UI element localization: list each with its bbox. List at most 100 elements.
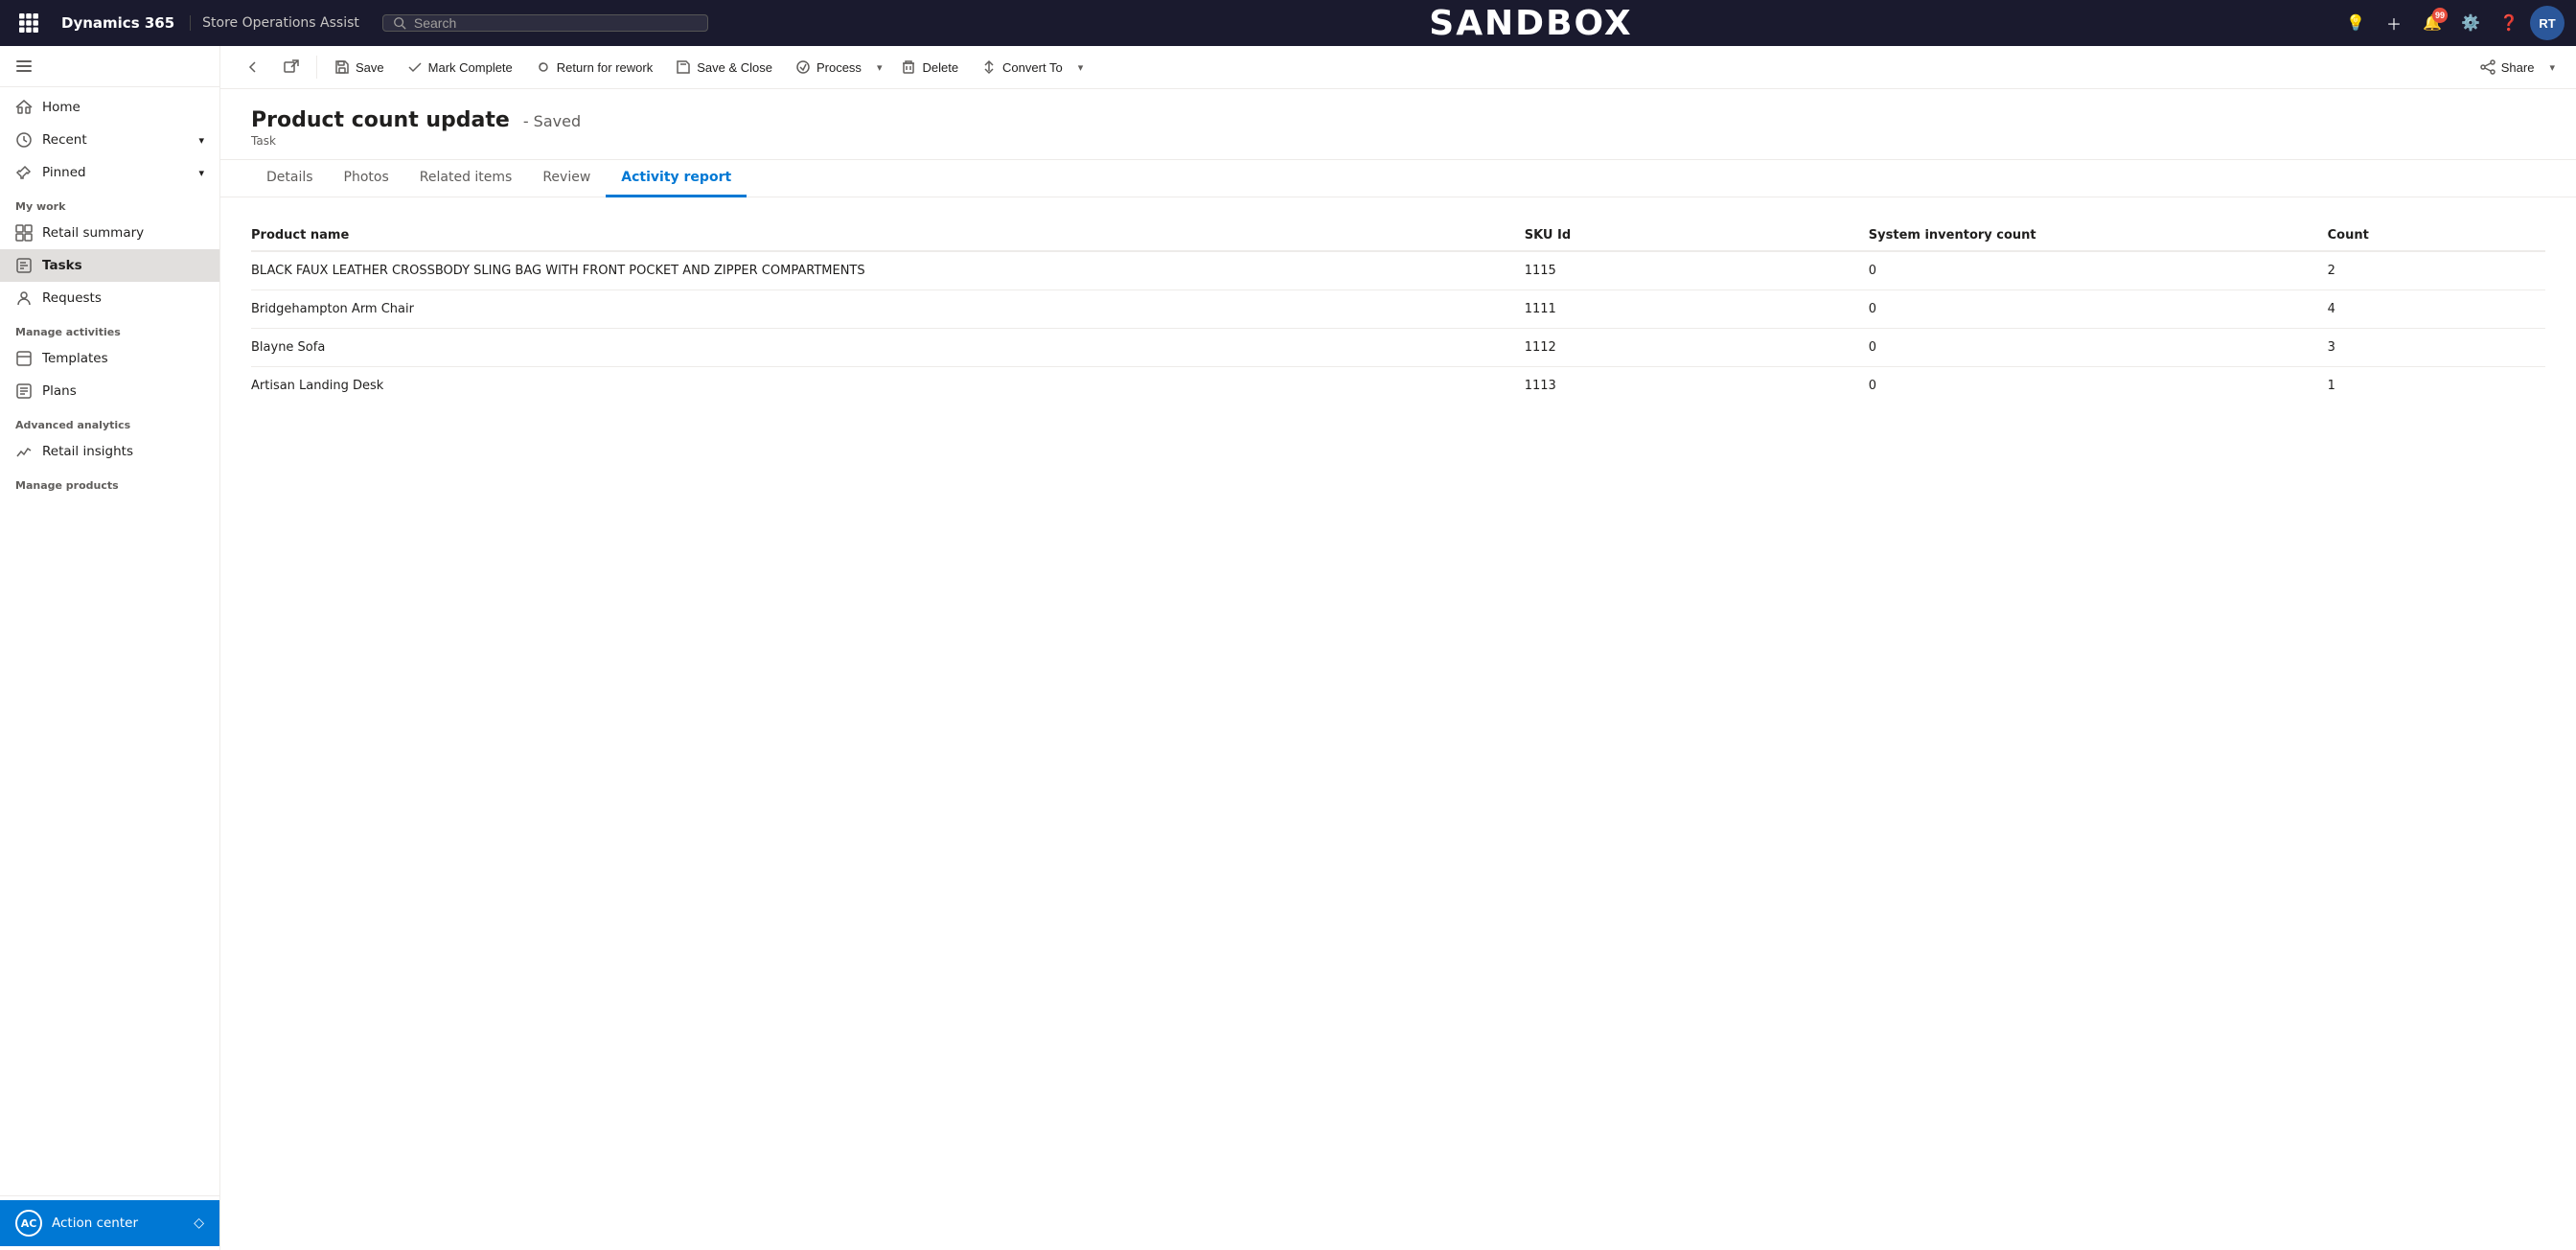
share-button[interactable]: Share bbox=[2471, 54, 2544, 81]
sidebar-item-requests[interactable]: Requests bbox=[0, 282, 219, 314]
settings-button[interactable]: ⚙️ bbox=[2453, 6, 2488, 40]
process-dropdown-button[interactable]: ▾ bbox=[871, 56, 888, 80]
add-button[interactable]: ＋ bbox=[2377, 6, 2411, 40]
tab-activity-report[interactable]: Activity report bbox=[606, 160, 747, 197]
page-type: Task bbox=[251, 134, 2545, 148]
table-row: Artisan Landing Desk 1113 0 1 bbox=[251, 367, 2545, 405]
sidebar-item-pinned[interactable]: Pinned ▾ bbox=[0, 156, 219, 189]
table-row: Blayne Sofa 1112 0 3 bbox=[251, 329, 2545, 367]
save-close-icon bbox=[676, 59, 691, 75]
person-icon bbox=[15, 289, 33, 307]
app-grid-button[interactable] bbox=[12, 6, 46, 40]
mark-complete-button[interactable]: Mark Complete bbox=[398, 54, 522, 81]
help-button[interactable]: ❓ bbox=[2492, 6, 2526, 40]
sidebar-item-retail-insights[interactable]: Retail insights bbox=[0, 435, 219, 468]
sidebar-toggle[interactable] bbox=[0, 46, 219, 87]
main-layout: Home Recent ▾ Pinned ▾ My work bbox=[0, 46, 2576, 1250]
mark-complete-icon bbox=[407, 59, 423, 75]
cell-count: 3 bbox=[2316, 329, 2545, 367]
process-button[interactable]: Process bbox=[786, 54, 871, 81]
module-name: Store Operations Assist bbox=[190, 15, 359, 31]
table-body: BLACK FAUX LEATHER CROSSBODY SLING BAG W… bbox=[251, 251, 2545, 405]
sidebar-navigation: Home Recent ▾ Pinned ▾ My work bbox=[0, 87, 219, 1195]
page-saved-status: - Saved bbox=[523, 112, 581, 130]
global-search[interactable] bbox=[382, 14, 708, 32]
sidebar-bottom: AC Action center ◇ bbox=[0, 1195, 219, 1250]
cell-system-inventory: 0 bbox=[1857, 367, 2316, 405]
cell-count: 2 bbox=[2316, 251, 2545, 290]
section-manage-products: Manage products bbox=[0, 468, 219, 496]
toolbar-sep-1 bbox=[316, 56, 317, 79]
tab-details[interactable]: Details bbox=[251, 160, 329, 197]
process-label: Process bbox=[816, 60, 862, 75]
save-icon bbox=[334, 59, 350, 75]
sidebar-item-home[interactable]: Home bbox=[0, 91, 219, 124]
save-button[interactable]: Save bbox=[325, 54, 394, 81]
action-center-label: Action center bbox=[52, 1215, 138, 1231]
sidebar-item-templates[interactable]: Templates bbox=[0, 342, 219, 375]
section-advanced-analytics: Advanced analytics bbox=[0, 407, 219, 435]
recent-icon bbox=[15, 131, 33, 149]
col-header-sku-id: SKU Id bbox=[1513, 220, 1857, 251]
back-button[interactable] bbox=[236, 54, 270, 81]
recent-label: Recent bbox=[42, 132, 87, 148]
product-count-table: Product name SKU Id System inventory cou… bbox=[251, 220, 2545, 405]
cell-product-name: BLACK FAUX LEATHER CROSSBODY SLING BAG W… bbox=[251, 251, 1513, 290]
grid-icon bbox=[15, 224, 33, 242]
notifications-button[interactable]: 🔔 99 bbox=[2415, 6, 2450, 40]
table-row: BLACK FAUX LEATHER CROSSBODY SLING BAG W… bbox=[251, 251, 2545, 290]
delete-button[interactable]: Delete bbox=[891, 54, 968, 81]
cell-system-inventory: 0 bbox=[1857, 329, 2316, 367]
action-center-avatar: AC bbox=[15, 1210, 42, 1237]
brand-name: Dynamics 365 bbox=[54, 14, 182, 32]
back-icon bbox=[245, 59, 261, 75]
sidebar: Home Recent ▾ Pinned ▾ My work bbox=[0, 46, 220, 1250]
section-my-work: My work bbox=[0, 189, 219, 217]
search-icon bbox=[393, 16, 406, 30]
lightbulb-button[interactable]: 💡 bbox=[2338, 6, 2373, 40]
hamburger-icon bbox=[15, 58, 33, 75]
home-icon bbox=[15, 99, 33, 116]
tab-related-items[interactable]: Related items bbox=[404, 160, 528, 197]
pin-icon bbox=[15, 164, 33, 181]
sidebar-item-plans[interactable]: Plans bbox=[0, 375, 219, 407]
pinned-chevron: ▾ bbox=[198, 167, 204, 179]
sidebar-item-retail-summary[interactable]: Retail summary bbox=[0, 217, 219, 249]
convert-to-button[interactable]: Convert To bbox=[972, 54, 1072, 81]
col-header-count: Count bbox=[2316, 220, 2545, 251]
convert-to-dropdown-button[interactable]: ▾ bbox=[1072, 56, 1090, 80]
plans-label: Plans bbox=[42, 383, 77, 399]
cell-sku-id: 1111 bbox=[1513, 290, 1857, 329]
pop-out-icon bbox=[284, 59, 299, 75]
return-icon bbox=[536, 59, 551, 75]
section-manage-activities: Manage activities bbox=[0, 314, 219, 342]
share-label: Share bbox=[2501, 60, 2535, 75]
insights-icon bbox=[15, 443, 33, 460]
sidebar-item-tasks[interactable]: Tasks bbox=[0, 249, 219, 282]
cell-sku-id: 1112 bbox=[1513, 329, 1857, 367]
plans-icon bbox=[15, 382, 33, 400]
page-title: Product count update bbox=[251, 108, 510, 132]
recent-chevron: ▾ bbox=[198, 134, 204, 147]
cell-product-name: Artisan Landing Desk bbox=[251, 367, 1513, 405]
share-icon bbox=[2480, 59, 2496, 75]
sidebar-item-action-center[interactable]: AC Action center ◇ bbox=[0, 1200, 219, 1246]
notification-badge: 99 bbox=[2432, 8, 2448, 23]
user-avatar[interactable]: RT bbox=[2530, 6, 2564, 40]
tab-photos[interactable]: Photos bbox=[329, 160, 404, 197]
top-navigation: Dynamics 365 Store Operations Assist SAN… bbox=[0, 0, 2576, 46]
activity-report-content: Product name SKU Id System inventory cou… bbox=[220, 197, 2576, 1250]
delete-label: Delete bbox=[922, 60, 958, 75]
sidebar-item-recent[interactable]: Recent ▾ bbox=[0, 124, 219, 156]
search-input[interactable] bbox=[414, 15, 698, 31]
share-group: Share ▾ bbox=[2471, 54, 2561, 81]
pop-out-button[interactable] bbox=[274, 54, 309, 81]
convert-to-label: Convert To bbox=[1002, 60, 1063, 75]
save-close-button[interactable]: Save & Close bbox=[666, 54, 782, 81]
sandbox-label: SANDBOX bbox=[731, 4, 2331, 43]
share-dropdown-button[interactable]: ▾ bbox=[2543, 56, 2561, 80]
return-for-rework-button[interactable]: Return for rework bbox=[526, 54, 662, 81]
cell-sku-id: 1113 bbox=[1513, 367, 1857, 405]
home-label: Home bbox=[42, 100, 80, 115]
tab-review[interactable]: Review bbox=[527, 160, 606, 197]
